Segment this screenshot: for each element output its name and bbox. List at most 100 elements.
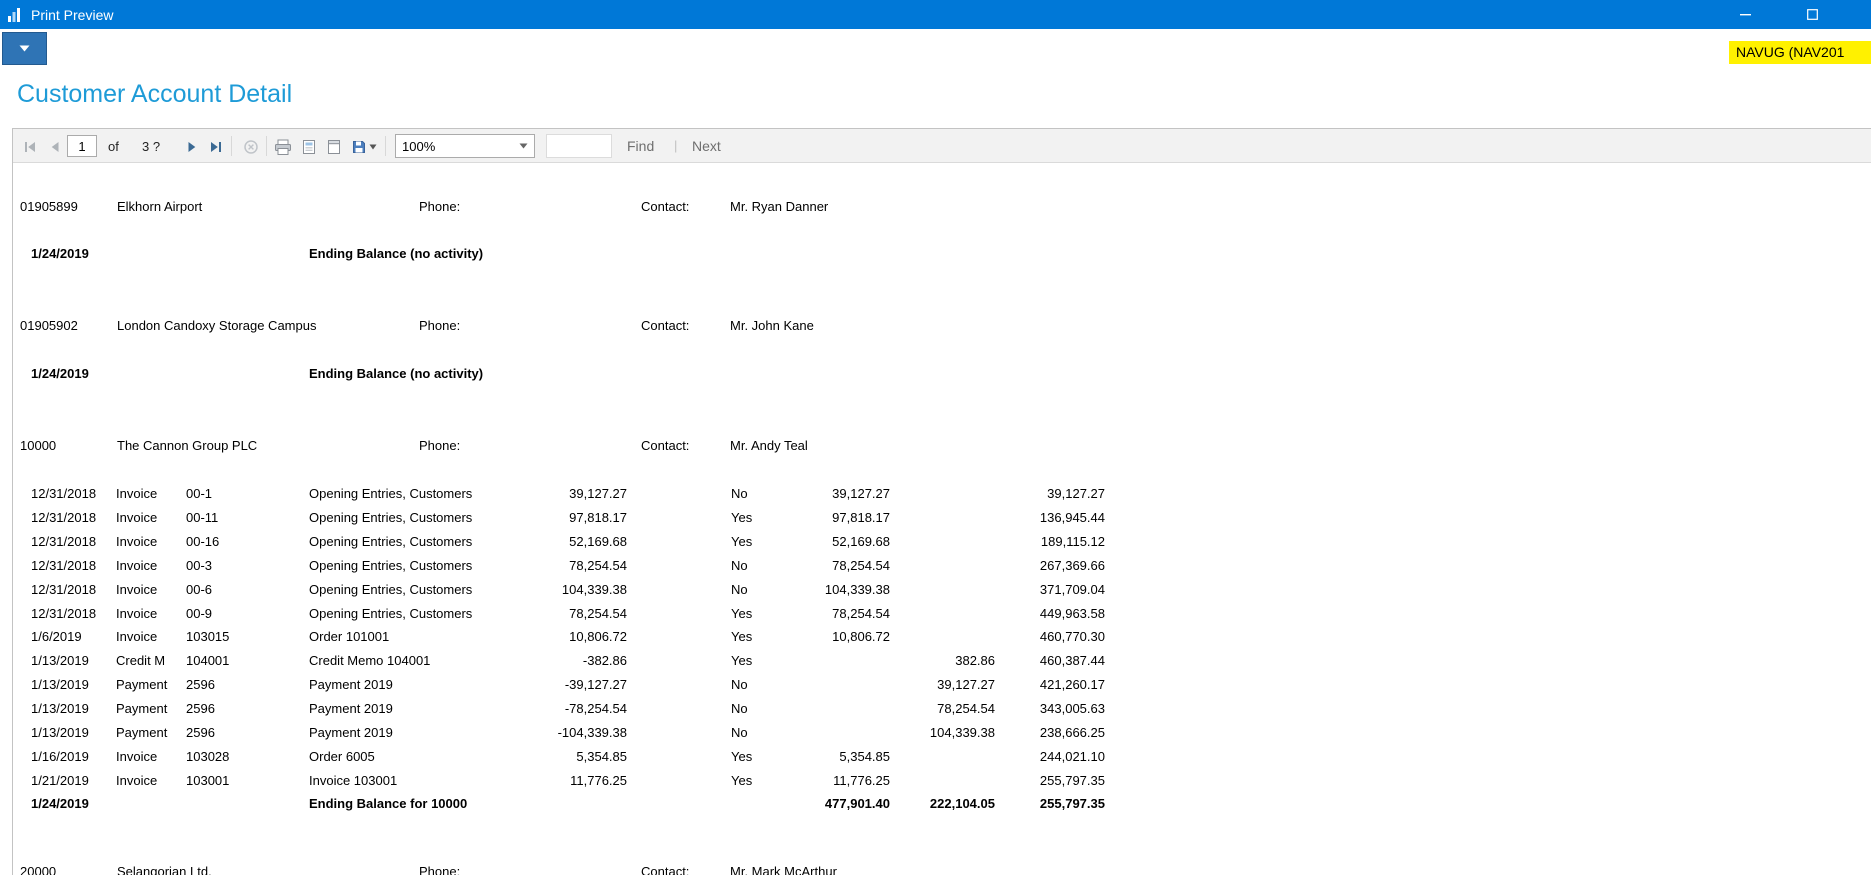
tx-amount: 39,127.27 [569,486,627,501]
tx-docno: 00-11 [186,510,219,525]
print-layout-button[interactable] [299,137,319,157]
page-setup-button[interactable] [324,137,344,157]
chevron-down-icon [19,45,30,52]
tx-date: 12/31/2018 [31,558,97,573]
app-chart-icon [7,7,23,23]
zoom-select[interactable]: 100% [395,134,535,158]
window-title: Print Preview [31,6,114,23]
toolbar-separator [231,136,232,156]
tx-date: 1/16/2019 [31,749,89,764]
first-page-button[interactable] [20,137,40,157]
tx-amount: 78,254.54 [569,606,627,621]
contact-name: Mr. John Kane [730,318,814,333]
customer-no: 20000 [20,864,57,875]
next-page-button[interactable] [182,137,202,157]
tx-date: 12/31/2018 [31,606,97,621]
tx-balance: 460,387.44 [1039,653,1105,668]
tx-balance: 255,797.35 [1039,773,1105,788]
tx-amount: 104,339.38 [561,582,627,597]
menu-bar: NAVUG (NAV201 [0,29,1871,70]
customer-name: Elkhorn Airport [117,199,203,214]
find-next-separator: | [674,138,678,153]
tx-open: No [731,725,748,740]
phone-label: Phone: [419,199,461,214]
tx-balance: 460,770.30 [1039,629,1105,644]
contact-label: Contact: [641,864,690,875]
tx-type: Payment [116,725,168,740]
tx-date: 12/31/2018 [31,486,97,501]
tx-date: 1/13/2019 [31,725,89,740]
tx-docno: 00-9 [186,606,213,621]
tx-balance: 371,709.04 [1039,582,1105,597]
tx-docno: 00-1 [186,486,213,501]
tx-balance: 343,005.63 [1039,701,1105,716]
tx-amount: 78,254.54 [569,558,627,573]
export-button[interactable] [348,137,380,157]
tx-desc: Payment 2019 [309,725,393,740]
zoom-value: 100% [402,138,436,154]
tx-type: Credit M [116,653,166,668]
tx-type: Payment [116,677,168,692]
maximize-button[interactable] [1789,0,1835,29]
tx-amount: 10,806.72 [569,629,627,644]
ending-date: 1/24/2019 [31,796,89,811]
contact-name: Mr. Mark McArthur [730,864,837,875]
tx-docno: 00-6 [186,582,213,597]
tx-balance: 238,666.25 [1039,725,1105,740]
tx-amount: 52,169.68 [569,534,627,549]
tx-docno: 103001 [186,773,230,788]
tx-date: 1/13/2019 [31,677,89,692]
customer-no: 10000 [20,438,57,453]
tx-debit: 11,776.25 [833,773,890,788]
zoom-dropdown-icon [519,143,528,149]
phone-label: Phone: [419,318,461,333]
tx-open: No [731,701,748,716]
find-input[interactable] [546,134,612,158]
tx-type: Invoice [116,558,158,573]
customer-name: Selangorian Ltd. [117,864,212,875]
tx-date: 1/13/2019 [31,701,89,716]
minimize-button[interactable] [1722,0,1768,29]
previous-page-button[interactable] [45,137,65,157]
contact-label: Contact: [641,318,690,333]
tx-desc: Opening Entries, Customers [309,486,473,501]
tx-debit: 97,818.17 [832,510,890,525]
company-badge: NAVUG (NAV201 [1729,41,1871,64]
last-page-icon [211,142,221,152]
next-page-icon [188,142,196,152]
tx-desc: Opening Entries, Customers [309,534,473,549]
current-page-input[interactable] [67,135,97,157]
tx-desc: Opening Entries, Customers [309,606,473,621]
tx-type: Payment [116,701,168,716]
customer-no: 01905902 [20,318,78,333]
report-viewer: of 3 ? [12,128,1871,875]
tx-amount: 11,776.25 [570,773,627,788]
tx-balance: 449,963.58 [1039,606,1105,621]
tx-date: 12/31/2018 [31,582,97,597]
tx-desc: Credit Memo 104001 [309,653,431,668]
print-button[interactable] [273,137,293,157]
tx-amount: -104,339.38 [557,725,627,740]
tx-desc: Opening Entries, Customers [309,510,473,525]
tx-type: Invoice [116,629,158,644]
tx-amount: -39,127.27 [564,677,627,692]
menu-dropdown-button[interactable] [2,32,47,65]
tx-open: No [731,677,748,692]
tx-type: Invoice [116,534,158,549]
contact-label: Contact: [641,438,690,453]
tx-debit: 104,339.38 [824,582,890,597]
tx-docno: 103015 [186,629,230,644]
tx-balance: 39,127.27 [1047,486,1105,501]
ending-label: Ending Balance for 10000 [309,796,468,811]
tx-debit: 5,354.85 [839,749,890,764]
find-button[interactable]: Find [627,138,654,154]
tx-date: 1/13/2019 [31,653,89,668]
tx-date: 12/31/2018 [31,534,97,549]
tx-type: Invoice [116,749,158,764]
last-page-button[interactable] [206,137,226,157]
page-setup-icon [328,140,340,154]
stop-icon [244,140,258,154]
stop-button[interactable] [241,137,261,157]
find-next-button[interactable]: Next [692,138,721,154]
ending-label: Ending Balance (no activity) [309,366,484,381]
